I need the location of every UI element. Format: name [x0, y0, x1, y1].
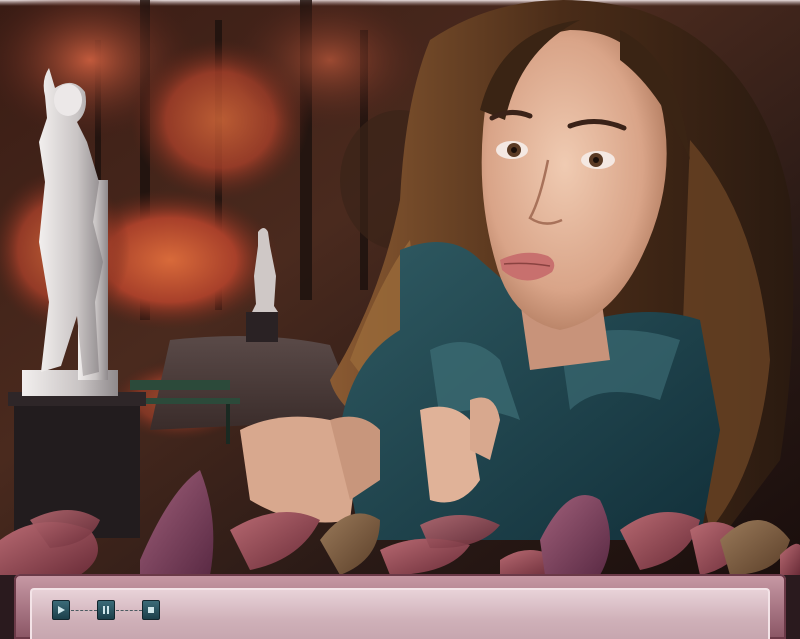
pause-button[interactable] [97, 600, 115, 620]
play-icon [58, 606, 65, 614]
player-panel [30, 588, 770, 639]
stop-button[interactable] [142, 600, 160, 620]
stop-icon [148, 607, 154, 613]
play-button[interactable] [52, 600, 70, 620]
autumn-portrait-image [0, 0, 800, 575]
picture-frame [0, 0, 800, 639]
control-divider [116, 610, 142, 612]
control-divider [71, 610, 97, 612]
pause-icon [103, 606, 109, 614]
player-controls [52, 600, 172, 622]
player-frame [14, 574, 786, 639]
